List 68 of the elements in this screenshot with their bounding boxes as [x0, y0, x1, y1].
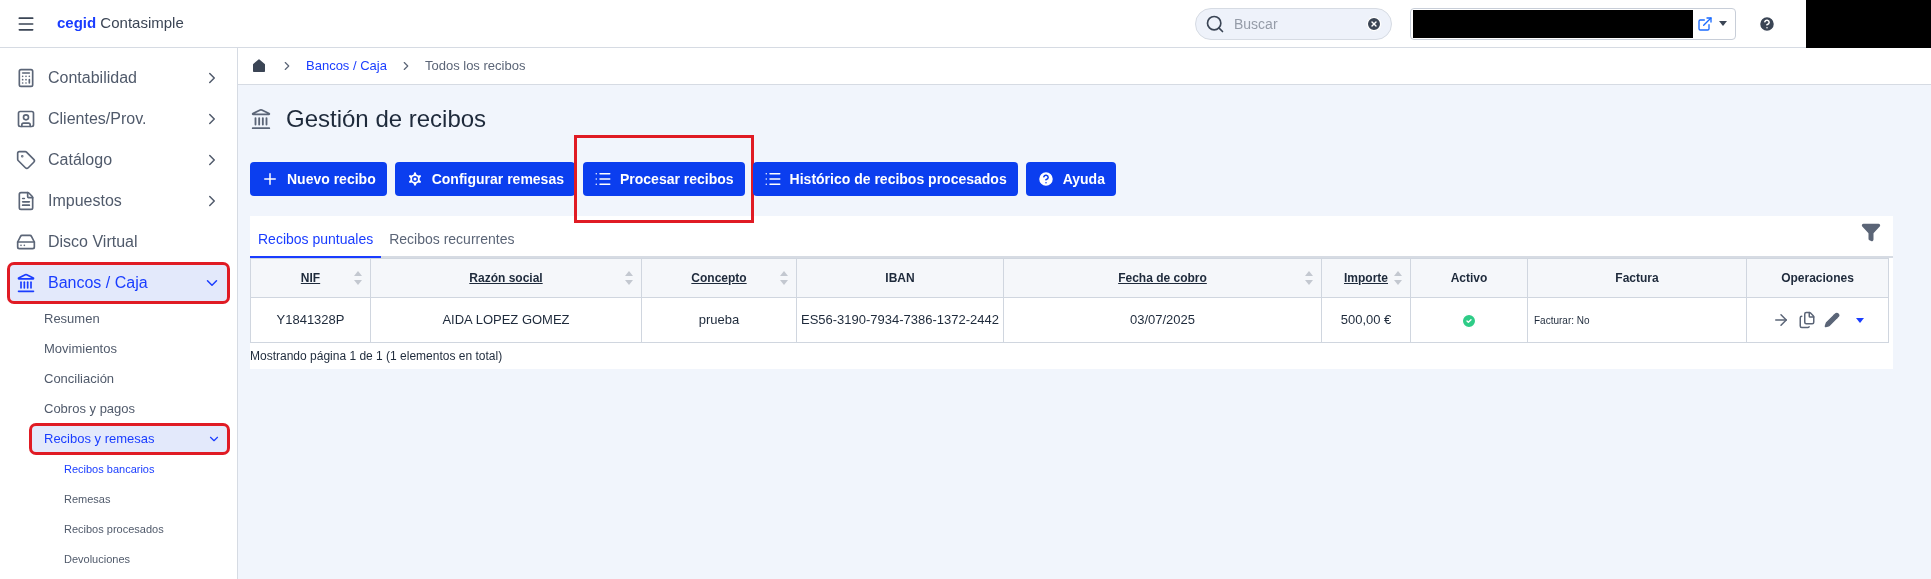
external-link-icon[interactable] [1697, 15, 1713, 32]
calculator-icon [16, 68, 36, 88]
copy-icon[interactable] [1797, 311, 1816, 329]
breadcrumb-link[interactable]: Bancos / Caja [306, 56, 387, 76]
action-button[interactable]: Configurar remesas [394, 162, 575, 196]
column-header[interactable]: Concepto [641, 258, 797, 298]
column-header: IBAN [796, 258, 1004, 298]
document-icon [16, 191, 36, 211]
sidebar-item[interactable]: Catálogo [10, 142, 227, 178]
sort-icon [780, 271, 788, 285]
sort-icon [625, 271, 633, 285]
caret-icon [1719, 21, 1727, 26]
table-cell: Y1841328P [250, 297, 371, 343]
sidebar-item[interactable]: Clientes/Prov. [10, 101, 227, 137]
list-icon [763, 170, 782, 188]
column-header[interactable]: NIF [250, 258, 371, 298]
plus-icon [261, 170, 279, 188]
table-cell: ES56-3190-7934-7386-1372-2442 [796, 297, 1004, 343]
app-logo: cegid Contasimple [57, 13, 184, 34]
caret-icon[interactable] [1855, 317, 1864, 323]
column-header: Operaciones [1746, 258, 1889, 298]
help-icon [1036, 170, 1055, 188]
list-icon [594, 170, 612, 188]
submenu-item[interactable]: Cobros y pagos [32, 396, 227, 422]
column-header[interactable]: Importe [1321, 258, 1411, 298]
table-cell: 03/07/2025 [1003, 297, 1322, 343]
bank-icon [16, 273, 36, 293]
submenu-item[interactable]: Resumen [32, 306, 227, 332]
pagination-summary: Mostrando página 1 de 1 (1 elementos en total) [250, 348, 503, 365]
column-header[interactable]: Fecha de cobro [1003, 258, 1322, 298]
sidebar-item[interactable]: Impuestos [10, 183, 227, 219]
submenu-item[interactable]: Remesas [54, 486, 227, 512]
submenu-item[interactable]: Recibos bancarios [54, 456, 227, 482]
submenu-item[interactable]: Conciliación [32, 366, 227, 392]
sidebar-item[interactable]: Contabilidad [10, 60, 227, 96]
sort-icon [1394, 271, 1402, 285]
tab[interactable]: Recibos recurrentes [381, 222, 523, 258]
column-header[interactable]: Razón social [370, 258, 642, 298]
sidebar-item[interactable]: Bancos / Caja [10, 265, 227, 301]
table-cell: 500,00 € [1321, 297, 1411, 343]
action-button[interactable]: Nuevo recibo [250, 162, 387, 196]
home-icon[interactable] [250, 57, 268, 75]
submenu-item[interactable]: Recibos procesados [54, 516, 227, 542]
submenu-item[interactable]: Recibos y remesas [32, 426, 227, 452]
sidebar-item[interactable]: Disco Virtual [10, 224, 227, 260]
action-button[interactable]: Ayuda [1025, 162, 1116, 196]
submenu-item[interactable]: Movimientos [32, 336, 227, 362]
table-cell: AIDA LOPEZ GOMEZ [370, 297, 642, 343]
column-header: Activo [1410, 258, 1528, 298]
table-cell: Facturar: No [1527, 297, 1747, 343]
search-icon [1205, 13, 1225, 34]
drive-icon [16, 232, 36, 252]
table-cell: prueba [641, 297, 797, 343]
page-title: Gestión de recibos [286, 104, 487, 134]
account-selector[interactable] [1410, 7, 1736, 40]
bank-icon [250, 108, 272, 130]
tag-icon [16, 150, 36, 170]
help-icon[interactable] [1758, 14, 1776, 33]
sort-icon [354, 271, 362, 285]
contact-card-icon [16, 109, 36, 129]
submenu-item[interactable]: Devoluciones [54, 546, 227, 572]
filter-icon[interactable] [1861, 222, 1881, 242]
search-field[interactable]: Buscar [1195, 7, 1392, 40]
column-header: Factura [1527, 258, 1747, 298]
edit-icon[interactable] [1823, 312, 1840, 328]
sort-icon [1305, 271, 1313, 285]
action-button[interactable]: Histórico de recibos procesados [752, 162, 1018, 196]
action-button[interactable]: Procesar recibos [583, 162, 745, 196]
